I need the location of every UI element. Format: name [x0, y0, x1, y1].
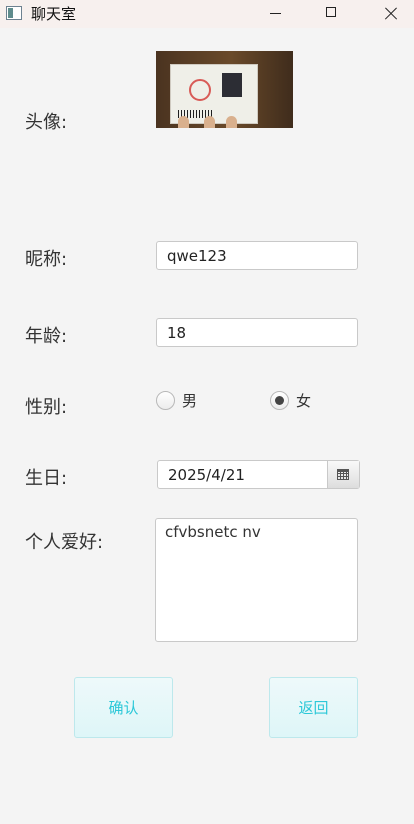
red-stamp-mark	[189, 79, 211, 101]
radio-unselected-icon[interactable]	[156, 390, 175, 410]
confirm-button-label: 确认	[108, 699, 139, 717]
avatar-label: 头像:	[25, 112, 68, 133]
back-button[interactable]: 返回	[269, 677, 358, 738]
finger-mark	[178, 116, 189, 128]
gender-label: 性别:	[25, 397, 68, 418]
portrait-photo	[222, 73, 242, 97]
window-title-bar: 聊天室	[0, 0, 414, 28]
calendar-icon	[337, 469, 349, 480]
nickname-label: 昵称:	[25, 249, 68, 270]
gender-female-option[interactable]: 女	[270, 389, 311, 411]
age-input[interactable]	[156, 318, 358, 347]
avatar-image[interactable]	[156, 51, 293, 128]
maximize-icon[interactable]	[310, 0, 356, 28]
id-card-photo	[170, 64, 258, 124]
close-icon[interactable]	[366, 0, 412, 28]
minimize-icon[interactable]	[254, 0, 300, 28]
back-button-label: 返回	[298, 699, 329, 717]
birthday-value[interactable]: 2025/4/21	[168, 466, 245, 484]
birthday-label: 生日:	[25, 468, 68, 489]
radio-selected-icon[interactable]	[270, 390, 289, 410]
age-label: 年龄:	[25, 326, 68, 347]
gender-male-option[interactable]: 男	[156, 389, 197, 411]
confirm-button[interactable]: 确认	[74, 677, 173, 738]
window-title: 聊天室	[31, 5, 77, 23]
hobbies-label: 个人爱好:	[25, 532, 104, 553]
nickname-input[interactable]	[156, 241, 358, 270]
gender-female-label: 女	[296, 391, 312, 410]
gender-male-label: 男	[182, 391, 198, 410]
calendar-button[interactable]	[327, 461, 359, 488]
birthday-date-picker[interactable]: 2025/4/21	[157, 460, 360, 489]
hobbies-textarea[interactable]: cfvbsnetc nv	[155, 518, 358, 642]
window-app-icon	[6, 6, 22, 20]
finger-mark	[204, 116, 215, 128]
finger-mark	[226, 116, 237, 128]
